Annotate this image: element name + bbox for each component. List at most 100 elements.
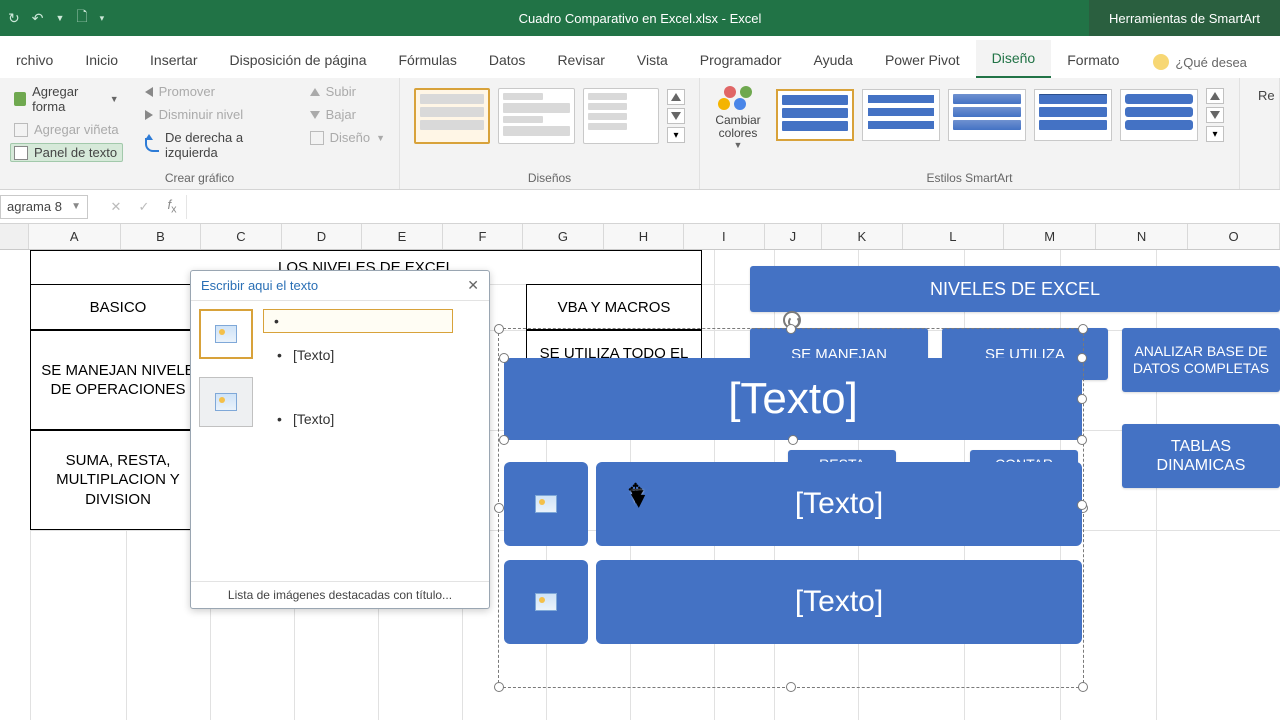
tab-ayuda[interactable]: Ayuda <box>797 42 868 78</box>
shape-handle[interactable] <box>1077 435 1087 445</box>
new-doc-icon[interactable]: 🗋 <box>76 6 87 30</box>
col-D[interactable]: D <box>282 224 362 249</box>
col-A[interactable]: A <box>29 224 121 249</box>
rtl-button[interactable]: De derecha a izquierda <box>141 128 288 162</box>
style-thumb-2[interactable] <box>862 89 940 141</box>
name-box[interactable]: agrama 8▼ <box>0 195 88 219</box>
sa2-pic-2[interactable] <box>504 560 588 644</box>
col-B[interactable]: B <box>121 224 201 249</box>
undo-icon[interactable]: ↶ <box>32 10 44 27</box>
shape-handle[interactable] <box>1077 394 1087 404</box>
handle-se[interactable] <box>1078 682 1088 692</box>
handle-ne[interactable] <box>1078 324 1088 334</box>
sa2-row-2[interactable]: [Texto] <box>596 560 1082 644</box>
col-I[interactable]: I <box>684 224 764 249</box>
col-C[interactable]: C <box>201 224 281 249</box>
style-up-button[interactable] <box>1206 88 1224 104</box>
tab-diseno[interactable]: Diseño <box>976 40 1052 78</box>
col-K[interactable]: K <box>822 224 902 249</box>
tab-programador[interactable]: Programador <box>684 42 798 78</box>
text-pane-close-button[interactable]: ✕ <box>467 277 479 294</box>
sa-child-3[interactable]: ANALIZAR BASE DE DATOS COMPLETAS <box>1122 328 1280 392</box>
undo-dropdown-icon[interactable]: ▼ <box>55 13 64 23</box>
tab-vista[interactable]: Vista <box>621 42 684 78</box>
layout-thumb-2[interactable] <box>498 88 574 144</box>
shape-handle[interactable] <box>1077 500 1087 510</box>
layout-thumb-3[interactable] <box>583 88 659 144</box>
shape-handle[interactable] <box>788 435 798 445</box>
panel-de-texto-button[interactable]: Panel de texto <box>10 143 123 162</box>
sa2-title[interactable]: [Texto] <box>504 358 1082 440</box>
sa-child-4[interactable]: TABLAS DINAMICAS <box>1122 424 1280 488</box>
cell-suma[interactable]: SUMA, RESTA, MULTIPLACION Y DIVISION <box>30 430 206 530</box>
layout-more-button[interactable]: ▾ <box>667 127 685 143</box>
handle-n[interactable] <box>786 324 796 334</box>
fx-button[interactable]: fx <box>158 197 186 216</box>
tab-formulas[interactable]: Fórmulas <box>383 42 473 78</box>
layout-up-button[interactable] <box>667 89 685 105</box>
cambiar-colores-button[interactable]: Cambiar colores ▼ <box>710 82 766 150</box>
layout-thumb-1[interactable] <box>414 88 490 144</box>
layout-down-button[interactable] <box>667 108 685 124</box>
tp-thumb-2[interactable] <box>199 377 253 427</box>
handle-w[interactable] <box>494 503 504 513</box>
select-all-corner[interactable] <box>0 224 29 249</box>
formula-input[interactable] <box>186 195 1280 219</box>
tab-datos[interactable]: Datos <box>473 42 542 78</box>
subir-button[interactable]: Subir <box>306 82 389 101</box>
tp-item-2[interactable]: [Texto] <box>263 407 481 431</box>
diseno-dd-button[interactable]: Diseño▼ <box>306 128 389 147</box>
name-box-dropdown-icon[interactable]: ▼ <box>71 201 81 212</box>
promover-button[interactable]: Promover <box>141 82 288 101</box>
tab-archivo[interactable]: rchivo <box>0 42 69 78</box>
cell-basico[interactable]: BASICO <box>30 284 206 330</box>
tab-formato[interactable]: Formato <box>1051 42 1135 78</box>
col-N[interactable]: N <box>1096 224 1188 249</box>
handle-sw[interactable] <box>494 682 504 692</box>
style-down-button[interactable] <box>1206 107 1224 123</box>
text-pane-input[interactable] <box>263 309 453 333</box>
redo-icon[interactable]: ↻ <box>8 10 20 27</box>
tab-insertar[interactable]: Insertar <box>134 42 213 78</box>
cell-vba[interactable]: VBA Y MACROS <box>526 284 702 330</box>
worksheet-area[interactable]: LOS NIVELES DE EXCEL BASICO VBA Y MACROS… <box>0 250 1280 720</box>
style-thumb-4[interactable] <box>1034 89 1112 141</box>
col-E[interactable]: E <box>362 224 442 249</box>
tab-revisar[interactable]: Revisar <box>541 42 620 78</box>
tab-powerpivot[interactable]: Power Pivot <box>869 42 976 78</box>
qat-more-icon[interactable]: ▾ <box>100 13 105 24</box>
bajar-button[interactable]: Bajar <box>306 105 389 124</box>
sa2-pic-1[interactable] <box>504 462 588 546</box>
text-pane-list[interactable]: [Texto] [Texto] <box>263 309 481 573</box>
cell-semanejan[interactable]: SE MANEJAN NIVELE DE OPERACIONES <box>30 330 206 430</box>
shape-handle[interactable] <box>499 353 509 363</box>
sa-root[interactable]: NIVELES DE EXCEL <box>750 266 1280 312</box>
col-H[interactable]: H <box>604 224 684 249</box>
col-L[interactable]: L <box>903 224 1005 249</box>
tab-inicio[interactable]: Inicio <box>69 42 134 78</box>
style-more-button[interactable]: ▾ <box>1206 126 1224 142</box>
style-thumb-1[interactable] <box>776 89 854 141</box>
cancel-fx-button[interactable]: ✕ <box>102 199 130 215</box>
tp-thumb-1[interactable] <box>199 309 253 359</box>
enter-fx-button[interactable]: ✓ <box>130 199 158 215</box>
handle-nw[interactable] <box>494 324 504 334</box>
agregar-forma-button[interactable]: Agregar forma▼ <box>10 82 123 116</box>
col-G[interactable]: G <box>523 224 603 249</box>
style-thumb-5[interactable] <box>1120 89 1198 141</box>
col-M[interactable]: M <box>1004 224 1096 249</box>
reset-button[interactable]: Re <box>1250 82 1269 109</box>
tp-item-1[interactable]: [Texto] <box>263 343 481 367</box>
handle-s[interactable] <box>786 682 796 692</box>
disminuir-button[interactable]: Disminuir nivel <box>141 105 288 124</box>
col-O[interactable]: O <box>1188 224 1280 249</box>
shape-handle[interactable] <box>1077 353 1087 363</box>
text-pane-header[interactable]: Escribir aqui el texto ✕ <box>191 271 489 301</box>
text-pane[interactable]: Escribir aqui el texto ✕ [Texto] [Texto]… <box>190 270 490 609</box>
style-thumb-3[interactable] <box>948 89 1026 141</box>
tell-me[interactable]: ¿Qué desea <box>1153 54 1247 78</box>
col-F[interactable]: F <box>443 224 523 249</box>
sa2-row-1[interactable]: [Texto] <box>596 462 1082 546</box>
col-J[interactable]: J <box>765 224 823 249</box>
shape-handle[interactable] <box>499 435 509 445</box>
